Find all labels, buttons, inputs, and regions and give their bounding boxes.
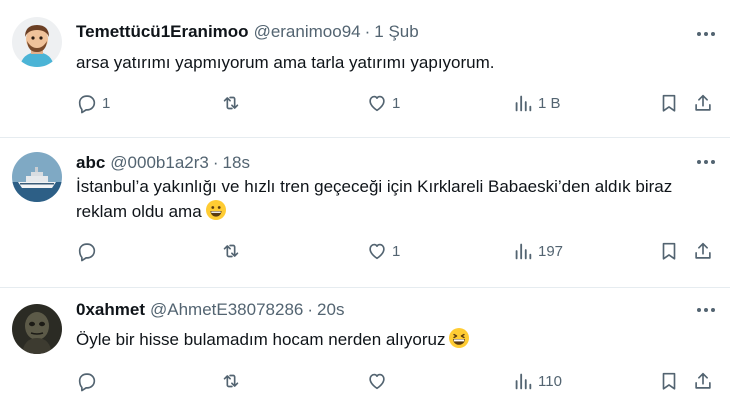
tweet-actions: 1 1 1 B xyxy=(76,91,718,115)
views-button[interactable]: 110 xyxy=(512,369,562,393)
views-button[interactable]: 197 xyxy=(512,239,563,263)
avatar[interactable] xyxy=(12,304,62,354)
like-count: 1 xyxy=(392,94,401,112)
like-button[interactable] xyxy=(366,369,392,393)
reply-icon xyxy=(78,243,96,262)
bookmark-button[interactable] xyxy=(658,369,680,393)
tweet[interactable]: 0xahmet @AhmetE38078286 · 20s Öyle bir h… xyxy=(0,288,730,420)
reply-icon xyxy=(78,95,96,114)
tweet-text-content: Öyle bir hisse bulamadım hocam nerden al… xyxy=(76,330,446,349)
like-icon xyxy=(369,95,385,112)
timestamp[interactable]: 18s xyxy=(223,153,250,173)
reply-button[interactable] xyxy=(76,369,102,393)
bookmark-button[interactable] xyxy=(658,91,680,115)
share-button[interactable] xyxy=(692,369,714,393)
tweet[interactable]: abc @000b1a2r3 · 18s İstanbul’a yakınlığ… xyxy=(0,138,730,288)
user-handle[interactable]: @000b1a2r3 xyxy=(110,153,209,173)
view-count: 1 B xyxy=(538,94,561,112)
reply-count: 1 xyxy=(102,94,111,112)
more-icon[interactable] xyxy=(694,300,718,320)
bookmark-icon xyxy=(662,242,676,260)
user-handle[interactable]: @eranimoo94 xyxy=(254,22,361,42)
display-name[interactable]: 0xahmet xyxy=(76,300,145,320)
bookmark-icon xyxy=(662,372,676,390)
like-icon xyxy=(369,373,385,390)
retweet-icon xyxy=(223,374,239,388)
retweet-button[interactable] xyxy=(220,369,246,393)
views-icon xyxy=(515,95,532,112)
more-icon[interactable] xyxy=(694,24,718,44)
retweet-button[interactable] xyxy=(220,239,246,263)
avatar[interactable] xyxy=(12,17,62,67)
share-button[interactable] xyxy=(692,239,714,263)
separator-dot: · xyxy=(212,153,219,172)
view-count: 110 xyxy=(538,372,562,390)
retweet-button[interactable] xyxy=(220,91,246,115)
tweet-header: Temettücü1Eranimoo @eranimoo94 · 1 Şub xyxy=(76,22,419,42)
tweet-actions: 1 197 xyxy=(76,239,718,263)
reply-icon xyxy=(78,373,96,392)
share-icon xyxy=(695,94,711,111)
like-count: 1 xyxy=(392,242,401,260)
tweet-header: 0xahmet @AhmetE38078286 · 20s xyxy=(76,300,344,320)
avatar-cartoon-man-image xyxy=(12,17,62,67)
reply-button[interactable] xyxy=(76,239,102,263)
share-icon xyxy=(695,372,711,389)
user-handle[interactable]: @AhmetE38078286 xyxy=(150,300,303,320)
views-icon xyxy=(515,243,532,260)
tweet-header: abc @000b1a2r3 · 18s xyxy=(76,153,250,173)
share-button[interactable] xyxy=(692,91,714,115)
display-name[interactable]: abc xyxy=(76,153,105,173)
view-count: 197 xyxy=(538,242,564,260)
tweet-actions: 110 xyxy=(76,369,718,393)
tweet-text: Öyle bir hisse bulamadım hocam nerden al… xyxy=(76,327,706,352)
like-button[interactable]: 1 xyxy=(366,239,400,263)
avatar[interactable] xyxy=(12,152,62,202)
views-icon xyxy=(515,373,532,390)
tweet-text-content: arsa yatırımı yapmıyorum ama tarla yatır… xyxy=(76,53,495,72)
avatar-dark-figure-image xyxy=(12,304,62,354)
bookmark-button[interactable] xyxy=(658,239,680,263)
retweet-icon xyxy=(223,244,239,258)
more-icon[interactable] xyxy=(694,152,718,172)
views-button[interactable]: 1 B xyxy=(512,91,561,115)
tweet-text: İstanbul’a yakınlığı ve hızlı tren geçec… xyxy=(76,174,706,224)
like-button[interactable]: 1 xyxy=(366,91,400,115)
grinning-face-emoji-icon xyxy=(205,200,226,220)
retweet-icon xyxy=(223,96,239,110)
display-name[interactable]: Temettücü1Eranimoo xyxy=(76,22,249,42)
avatar-ship-image xyxy=(12,152,62,202)
separator-dot: · xyxy=(307,300,314,319)
separator-dot: · xyxy=(364,22,371,41)
reply-button[interactable]: 1 xyxy=(76,91,110,115)
bookmark-icon xyxy=(662,94,676,112)
tweet-text-content: İstanbul’a yakınlığı ve hızlı tren geçec… xyxy=(76,177,673,221)
share-icon xyxy=(695,242,711,259)
grinning-squinting-face-emoji-icon xyxy=(449,328,470,348)
tweet[interactable]: Temettücü1Eranimoo @eranimoo94 · 1 Şub a… xyxy=(0,0,730,138)
tweet-text: arsa yatırımı yapmıyorum ama tarla yatır… xyxy=(76,50,706,75)
timestamp[interactable]: 20s xyxy=(317,300,344,320)
timestamp[interactable]: 1 Şub xyxy=(374,22,418,42)
like-icon xyxy=(369,243,385,260)
